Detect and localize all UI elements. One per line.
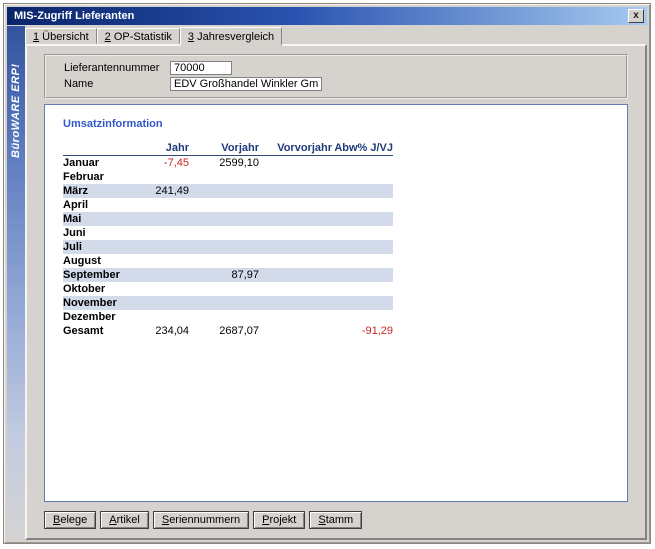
name-input[interactable] [170, 77, 322, 91]
value-cell: -7,45 [153, 156, 189, 170]
column-header: Vorjahr [189, 141, 259, 155]
table-header-row: JahrVorjahrVorvorjahrAbw% J/VJ [63, 141, 393, 156]
table-row: Juli [63, 240, 393, 254]
stamm-button[interactable]: Stamm [309, 511, 362, 529]
month-label: August [63, 254, 153, 268]
month-label: Oktober [63, 282, 153, 296]
umsatz-table: JahrVorjahrVorvorjahrAbw% J/VJ Januar-7,… [63, 141, 393, 338]
month-label: Februar [63, 170, 153, 184]
value-cell: 2687,07 [189, 324, 259, 338]
table-row: September 87,97 [63, 268, 393, 282]
table-row: August [63, 254, 393, 268]
belege-button[interactable]: Belege [44, 511, 96, 529]
tab-content: Lieferantennummer Name Umsatzinformation… [25, 44, 647, 540]
tab-bar: 1 Übersicht2 OP-Statistik3 Jahresverglei… [25, 26, 647, 44]
app-window: MIS-Zugriff Lieferanten x BüroWARE ERP! … [3, 3, 651, 544]
month-label: März [63, 184, 153, 198]
window-title: MIS-Zugriff Lieferanten [14, 10, 628, 22]
button-bar: BelegeArtikelSeriennummernProjektStamm [44, 511, 628, 529]
window-body: BüroWARE ERP! 1 Übersicht2 OP-Statistik3… [7, 26, 647, 540]
panel-title: Umsatzinformation [63, 118, 627, 130]
main-area: 1 Übersicht2 OP-Statistik3 Jahresverglei… [25, 26, 647, 540]
table-row: Juni [63, 226, 393, 240]
lieferantennummer-input[interactable] [170, 61, 232, 75]
lieferantennummer-label: Lieferantennummer [64, 62, 170, 74]
brand-text: BüroWARE ERP! [10, 64, 22, 159]
column-header: Vorvorjahr [259, 141, 332, 155]
close-button[interactable]: x [628, 9, 644, 23]
month-label: April [63, 198, 153, 212]
projekt-button[interactable]: Projekt [253, 511, 305, 529]
name-label: Name [64, 78, 170, 90]
table-row: März241,49 [63, 184, 393, 198]
supplier-groupbox: Lieferantennummer Name [44, 54, 628, 99]
month-label: September [63, 268, 153, 282]
table-row: Oktober [63, 282, 393, 296]
table-row: Mai [63, 212, 393, 226]
table-row: Dezember [63, 310, 393, 324]
value-cell: 241,49 [153, 184, 189, 198]
month-label: Juli [63, 240, 153, 254]
field-row-name: Name [64, 76, 616, 92]
month-label: Juni [63, 226, 153, 240]
value-cell: -91,29 [332, 324, 393, 338]
month-label: Januar [63, 156, 153, 170]
table-row: November [63, 296, 393, 310]
table-row: Januar-7,452599,10 [63, 156, 393, 170]
table-row: Gesamt234,042687,07 -91,29 [63, 324, 393, 338]
column-header: Jahr [153, 141, 189, 155]
close-icon: x [633, 10, 639, 21]
month-label: Mai [63, 212, 153, 226]
month-label: Gesamt [63, 324, 153, 338]
tab-3-jahresvergleich[interactable]: 3 Jahresvergleich [180, 27, 282, 46]
table-body: Januar-7,452599,10FebruarMärz241,49April… [63, 156, 393, 338]
month-label: Dezember [63, 310, 153, 324]
title-bar[interactable]: MIS-Zugriff Lieferanten x [7, 7, 647, 25]
value-cell: 87,97 [189, 268, 259, 282]
brand-strip: BüroWARE ERP! [7, 26, 25, 540]
artikel-button[interactable]: Artikel [100, 511, 149, 529]
table-row: April [63, 198, 393, 212]
column-header: Abw% J/VJ [332, 141, 393, 155]
tab-1-bersicht[interactable]: 1 Übersicht [25, 28, 97, 44]
umsatz-panel: Umsatzinformation JahrVorjahrVorvorjahrA… [44, 104, 628, 502]
month-label: November [63, 296, 153, 310]
table-row: Februar [63, 170, 393, 184]
seriennummern-button[interactable]: Seriennummern [153, 511, 249, 529]
value-cell: 2599,10 [189, 156, 259, 170]
tab-2-op-statistik[interactable]: 2 OP-Statistik [97, 28, 180, 44]
field-row-number: Lieferantennummer [64, 60, 616, 76]
value-cell: 234,04 [153, 324, 189, 338]
